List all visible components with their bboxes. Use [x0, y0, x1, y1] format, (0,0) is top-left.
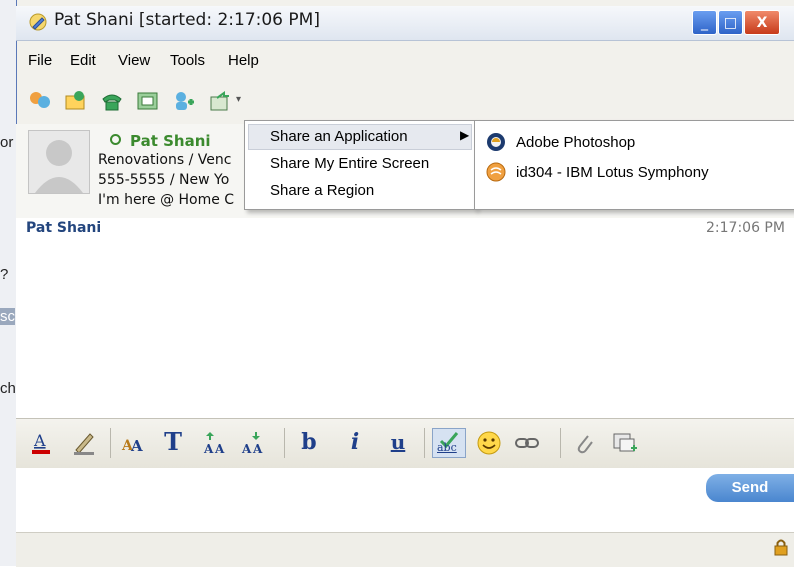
status-bar	[16, 532, 794, 567]
attach-file-icon[interactable]	[572, 430, 596, 460]
submenu-arrow-icon: ▶	[460, 128, 470, 142]
background-text-4: ch	[0, 380, 16, 397]
contact-company: Renovations / Venc	[98, 152, 232, 168]
svg-text:A: A	[241, 442, 252, 456]
invite-icon[interactable]	[64, 90, 88, 112]
background-text-2: ?	[0, 266, 9, 283]
window-title: Pat Shani [started: 2:17:06 PM]	[54, 10, 320, 30]
font-style-icon[interactable]: AA	[120, 430, 146, 460]
maximize-button[interactable]: □	[718, 10, 743, 35]
screen-capture-icon[interactable]	[612, 430, 638, 460]
menu-tools[interactable]: Tools	[170, 52, 205, 69]
toolbar-separator	[110, 428, 111, 458]
symphony-icon	[486, 162, 506, 186]
add-people-icon[interactable]	[172, 90, 196, 112]
menu-item-share-region[interactable]: Share a Region	[270, 182, 374, 199]
menu-item-ibm-lotus-symphony[interactable]: id304 - IBM Lotus Symphony	[516, 164, 709, 181]
background-text-1: or	[0, 134, 14, 151]
font-face-button[interactable]: T	[160, 428, 186, 456]
contact-name: Pat Shani	[130, 132, 211, 150]
menu-item-share-screen[interactable]: Share My Entire Screen	[270, 155, 429, 172]
svg-text:A: A	[252, 442, 263, 456]
menu-file[interactable]: File	[28, 52, 52, 69]
underline-button[interactable]: u	[386, 428, 410, 456]
toolbar-separator	[560, 428, 561, 458]
close-button[interactable]: X	[744, 10, 780, 35]
add-contact-icon[interactable]	[28, 90, 52, 112]
meeting-icon[interactable]	[136, 90, 160, 112]
link-icon[interactable]	[514, 434, 540, 456]
spell-check-button[interactable]: abc	[432, 428, 466, 458]
spell-check-label: abc	[437, 441, 457, 454]
menu-item-share-application[interactable]: Share an Application	[270, 128, 408, 145]
toolbar-separator	[284, 428, 285, 458]
pencil-icon	[28, 12, 48, 36]
message-timestamp: 2:17:06 PM	[706, 220, 785, 236]
message-sender: Pat Shani	[26, 220, 102, 236]
background-window	[0, 0, 17, 566]
menu-item-adobe-photoshop[interactable]: Adobe Photoshop	[516, 134, 635, 151]
svg-text:A: A	[130, 437, 143, 455]
send-button[interactable]: Send	[706, 474, 794, 502]
toolbar-separator	[424, 428, 425, 458]
shrink-font-icon[interactable]: AA	[240, 430, 268, 460]
text-color-icon[interactable]: A	[30, 430, 52, 460]
share-screen-icon[interactable]	[208, 90, 232, 112]
chat-transcript[interactable]	[16, 218, 794, 418]
message-input[interactable]	[16, 468, 794, 532]
italic-button[interactable]: i	[344, 428, 366, 456]
emoticon-icon[interactable]	[476, 430, 502, 460]
contact-status-message: I'm here @ Home C	[98, 192, 235, 208]
online-status-icon	[110, 134, 121, 145]
phone-icon[interactable]	[100, 90, 124, 112]
main-toolbar	[16, 80, 794, 125]
svg-text:A: A	[33, 431, 46, 450]
lock-icon	[774, 538, 788, 560]
minimize-button[interactable]: _	[692, 10, 717, 35]
photoshop-icon	[486, 132, 506, 156]
highlight-icon[interactable]	[72, 430, 96, 460]
bold-button[interactable]: b	[298, 428, 320, 456]
chevron-down-icon[interactable]: ▾	[236, 94, 241, 105]
menu-help[interactable]: Help	[228, 52, 259, 69]
avatar	[28, 130, 90, 194]
menu-view[interactable]: View	[118, 52, 150, 69]
menu-edit[interactable]: Edit	[70, 52, 96, 69]
grow-font-icon[interactable]: AA	[202, 430, 230, 460]
svg-text:A: A	[203, 442, 214, 456]
background-text-3: sc	[0, 308, 15, 325]
svg-text:A: A	[214, 442, 225, 456]
contact-phone: 555-5555 / New Yo	[98, 172, 230, 188]
